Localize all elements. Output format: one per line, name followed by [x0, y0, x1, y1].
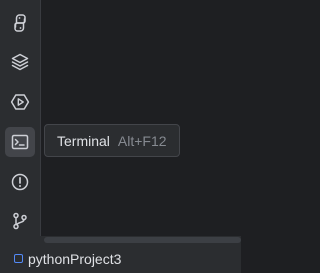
problems-button[interactable] [5, 167, 35, 197]
status-bar: pythonProject3 [0, 244, 241, 273]
editor-area [41, 0, 241, 236]
left-tool-window-bar [0, 0, 40, 236]
git-button[interactable] [5, 206, 35, 236]
terminal-tooltip: Terminal Alt+F12 [44, 124, 180, 157]
problems-icon [11, 173, 29, 191]
tooltip-label: Terminal [57, 132, 110, 149]
project-name[interactable]: pythonProject3 [28, 251, 121, 267]
terminal-icon [11, 134, 29, 150]
git-branch-icon [13, 212, 27, 230]
tooltip-shortcut: Alt+F12 [117, 132, 167, 149]
ide-window: Terminal Alt+F12 pythonProject3 [0, 0, 241, 273]
horizontal-scrollbar [0, 236, 241, 244]
layers-icon [11, 53, 29, 71]
scrollbar-thumb[interactable] [44, 237, 241, 243]
python-console-button[interactable] [5, 8, 35, 38]
services-button[interactable] [5, 87, 35, 117]
services-icon [10, 94, 30, 110]
layers-button[interactable] [5, 47, 35, 77]
terminal-button[interactable] [5, 127, 35, 157]
python-console-icon [14, 14, 26, 32]
project-icon [14, 254, 23, 263]
